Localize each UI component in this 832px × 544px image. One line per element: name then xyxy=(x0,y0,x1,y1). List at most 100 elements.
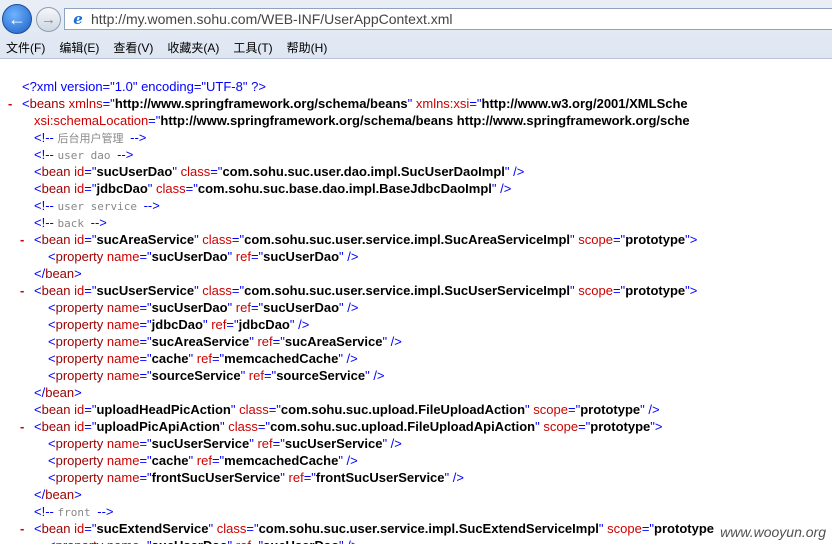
xml-token-tag: property xyxy=(56,538,107,544)
xml-token-punct: =" xyxy=(567,402,581,417)
xml-line-text: <property name="sucUserDao" ref="sucUser… xyxy=(48,248,358,265)
xml-token-cdelim: --> xyxy=(97,504,114,519)
xml-token-punct: " xyxy=(407,96,416,111)
xml-line-text: </bean> xyxy=(34,384,82,401)
xml-token-val: http://www.springframework.org/schema/be… xyxy=(160,113,690,128)
xml-token-punct: " xyxy=(147,181,157,196)
xml-token-punct: =" xyxy=(139,368,152,383)
xml-token-punct: "> xyxy=(650,419,663,434)
xml-token-tag: bean xyxy=(41,521,75,536)
xml-line: <property name="cache" ref="memcachedCac… xyxy=(0,452,832,469)
xml-token-tag: bean xyxy=(41,402,75,417)
forward-button[interactable]: → xyxy=(36,7,61,32)
xml-line: - <bean id="uploadPicApiAction" class="co… xyxy=(0,418,832,435)
collapse-toggle[interactable]: - xyxy=(20,231,30,248)
xml-token-punct: " xyxy=(227,249,236,264)
xml-token-punct: =" xyxy=(250,300,264,315)
menu-view[interactable]: 查看(V) xyxy=(107,38,161,58)
collapse-toggle[interactable]: - xyxy=(20,282,30,299)
xml-token-cdelim: <!-- xyxy=(34,215,58,230)
xml-token-tag: bean xyxy=(41,181,75,196)
xml-token-val: com.sohu.suc.user.service.impl.SucAreaSe… xyxy=(244,232,571,247)
xml-token-punct: =" xyxy=(250,249,264,264)
xml-token-val: prototype xyxy=(625,232,686,247)
xml-token-attr: name xyxy=(106,368,140,383)
collapse-toggle[interactable]: - xyxy=(8,95,18,112)
xml-token-punct: =" xyxy=(272,334,285,349)
xml-token-val: prototype xyxy=(590,419,651,434)
xml-line: <!-- user dao --> xyxy=(0,146,832,163)
xml-token-punct: =" xyxy=(84,521,97,536)
xml-token-attr: class xyxy=(216,521,247,536)
xml-token-tag: property xyxy=(55,368,107,383)
xml-token-punct: =" xyxy=(139,334,152,349)
xml-line-text: <beans xmlns="http://www.springframework… xyxy=(22,95,688,112)
xml-token-punct: =" xyxy=(303,470,316,485)
menu-favorites[interactable]: 收藏夹(A) xyxy=(161,38,227,58)
xml-token-attr: ref xyxy=(257,334,273,349)
xml-token-attr: class xyxy=(228,419,258,434)
xml-line-text: <property name="frontSucUserService" ref… xyxy=(48,469,464,486)
address-url[interactable]: http://my.women.sohu.com/WEB-INF/UserApp… xyxy=(91,11,453,27)
xml-token-comment: 后台用户管理 xyxy=(57,132,131,145)
xml-token-val: sucUserDao xyxy=(96,164,173,179)
xml-token-attr: xmlns:xsi xyxy=(415,96,470,111)
xml-token-tag: property xyxy=(55,249,107,264)
xml-token-punct: " /> xyxy=(339,300,359,315)
xml-line-text: <bean id="jdbcDao" class="com.sohu.suc.b… xyxy=(34,180,511,197)
xml-token-punct: =" xyxy=(257,419,271,434)
menu-tools[interactable]: 工具(T) xyxy=(227,38,280,58)
xml-line-text: <property name="sucUserService" ref="suc… xyxy=(48,435,402,452)
xml-token-attr: name xyxy=(107,538,140,544)
xml-token-punct: " xyxy=(228,538,236,544)
xml-token-val: sucUserService xyxy=(151,436,250,451)
xml-token-punct: < xyxy=(48,300,56,315)
xml-token-punct: =" xyxy=(102,96,115,111)
xml-line: </bean> xyxy=(0,265,832,282)
xml-token-punct: " /> xyxy=(365,368,385,383)
xml-token-val: sucUserService xyxy=(96,283,195,298)
xml-token-comment: user service xyxy=(57,200,144,213)
xml-token-punct: " /> xyxy=(640,402,660,417)
xml-token-val: com.sohu.suc.user.dao.impl.SucUserDaoImp… xyxy=(222,164,505,179)
collapse-toggle[interactable]: - xyxy=(20,418,30,435)
xml-token-punct: < xyxy=(34,232,42,247)
xml-token-val: prototype xyxy=(654,521,714,536)
xml-token-val: uploadPicApiAction xyxy=(96,419,220,434)
xml-token-punct: " /> xyxy=(444,470,464,485)
xml-token-comment: back xyxy=(57,217,91,230)
xml-token-punct: =" xyxy=(148,113,161,128)
xml-token-punct: > xyxy=(74,266,82,281)
xml-token-punct: "> xyxy=(685,232,698,247)
xml-token-punct: " /> xyxy=(338,453,358,468)
menu-edit[interactable]: 编辑(E) xyxy=(53,38,107,58)
xml-document-view: <?xml version="1.0" encoding="UTF-8" ?> -… xyxy=(0,59,832,544)
xml-token-punct: =" xyxy=(84,283,97,298)
xml-token-attr: ref xyxy=(236,538,251,544)
xml-token-punct: < xyxy=(34,402,42,417)
xml-line: <property name="sucUserDao" ref="sucUser… xyxy=(0,299,832,316)
xml-token-cdelim: <!-- xyxy=(34,198,58,213)
xml-line-text: <?xml version="1.0" encoding="UTF-8" ?> xyxy=(22,78,266,95)
address-bar[interactable]: e http://my.women.sohu.com/WEB-INF/UserA… xyxy=(64,8,832,30)
collapse-toggle[interactable]: - xyxy=(20,520,30,537)
menu-help[interactable]: 帮助(H) xyxy=(281,38,336,58)
menu-file[interactable]: 文件(F) xyxy=(0,38,53,58)
xml-line: - <beans xmlns="http://www.springframewor… xyxy=(0,95,832,112)
xml-token-punct: " xyxy=(188,351,197,366)
xml-token-attr: scope xyxy=(533,402,568,417)
xml-token-val: http://www.w3.org/2001/XMLSche xyxy=(481,96,688,111)
xml-token-attr: ref xyxy=(211,317,227,332)
xml-token-punct: =" xyxy=(139,351,152,366)
xml-token-punct: " /> xyxy=(491,181,512,196)
xml-token-attr: ref xyxy=(248,368,264,383)
xml-line-text: <property name="sucUserDao" ref="sucUser… xyxy=(48,299,358,316)
xml-line: - <bean id="sucAreaService" class="com.so… xyxy=(0,231,832,248)
xml-line: <!-- user service --> xyxy=(0,197,832,214)
xml-token-punct: =" xyxy=(272,436,285,451)
back-button[interactable]: ← xyxy=(2,4,32,34)
xml-token-punct: =" xyxy=(263,368,277,383)
xml-token-attr: class xyxy=(239,402,269,417)
xml-token-val: jdbcDao xyxy=(238,317,290,332)
xml-token-punct: =" xyxy=(246,521,259,536)
